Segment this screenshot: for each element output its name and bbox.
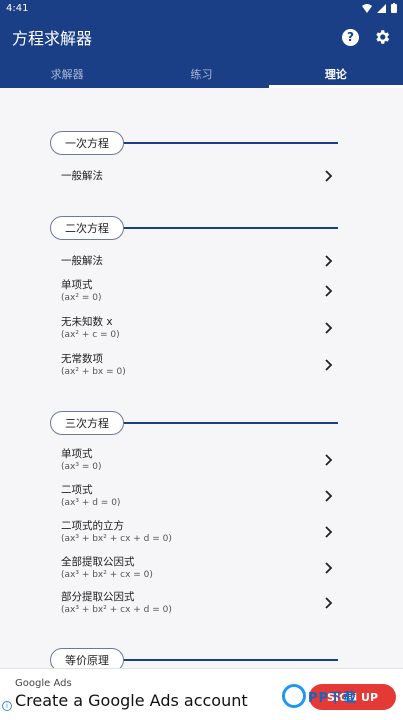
section-divider — [110, 142, 338, 144]
watermark: PP下载 — [282, 684, 357, 708]
ad-headline[interactable]: Create a Google Ads account — [15, 691, 248, 710]
list-item[interactable]: 全部提取公因式 (ax³ + bx² + cx = 0) — [61, 554, 333, 582]
item-formula: (ax² + c = 0) — [61, 330, 120, 340]
tab-solver[interactable]: 求解器 — [0, 58, 134, 88]
list-item[interactable]: 无未知数 x (ax² + c = 0) — [61, 314, 333, 342]
list-item[interactable]: 二项式 (ax³ + d = 0) — [61, 482, 333, 510]
status-icons — [362, 3, 397, 13]
section-divider — [110, 227, 338, 229]
ad-info-icon[interactable]: i — [2, 701, 12, 711]
signal-icon — [377, 3, 386, 13]
item-formula: (ax² + bx = 0) — [61, 367, 126, 377]
chevron-right-icon — [325, 562, 333, 574]
chevron-right-icon — [325, 255, 333, 267]
item-title: 一般解法 — [61, 255, 103, 267]
list-item[interactable]: 一般解法 — [61, 253, 333, 269]
chevron-right-icon — [325, 454, 333, 466]
item-formula: (ax² = 0) — [61, 293, 102, 303]
list-item[interactable]: 二项式的立方 (ax³ + bx² + cx + d = 0) — [61, 518, 333, 546]
section-header: 等价原理 — [50, 648, 338, 668]
item-title: 全部提取公因式 — [61, 556, 135, 568]
item-title: 一般解法 — [61, 170, 103, 182]
section-equivalence: 等价原理 — [50, 648, 338, 668]
item-title: 单项式 — [61, 279, 93, 291]
status-bar: 4:41 — [0, 0, 403, 16]
list-item[interactable]: 一般解法 — [61, 168, 333, 184]
chevron-right-icon — [325, 170, 333, 182]
list-item[interactable]: 无常数项 (ax² + bx = 0) — [61, 351, 333, 379]
item-formula: (ax³ + bx² + cx = 0) — [61, 570, 153, 580]
item-formula: (ax³ + bx² + cx + d = 0) — [61, 534, 172, 544]
item-title: 部分提取公因式 — [61, 591, 135, 603]
tab-bar: 求解器 练习 理论 — [0, 58, 403, 88]
tab-practice[interactable]: 练习 — [134, 58, 268, 88]
chevron-right-icon — [325, 359, 333, 371]
section-header: 一次方程 — [50, 131, 338, 155]
section-divider — [110, 422, 338, 424]
chevron-right-icon — [325, 285, 333, 297]
item-title: 无未知数 x — [61, 316, 113, 328]
chevron-right-icon — [325, 597, 333, 609]
item-formula: (ax³ + d = 0) — [61, 498, 121, 508]
watermark-text: PP下载 — [308, 690, 358, 706]
section-divider — [110, 659, 338, 661]
section-title: 二次方程 — [50, 216, 124, 240]
list-item[interactable]: 单项式 (ax³ = 0) — [61, 446, 333, 474]
tab-theory[interactable]: 理论 — [268, 58, 403, 88]
wifi-icon — [362, 3, 372, 13]
app-actions: ? — [342, 28, 391, 46]
app-title: 方程求解器 — [12, 29, 93, 48]
chevron-right-icon — [325, 322, 333, 334]
item-title: 无常数项 — [61, 353, 103, 365]
section-title: 等价原理 — [50, 648, 124, 668]
section-title: 三次方程 — [50, 411, 124, 435]
list-item[interactable]: 单项式 (ax² = 0) — [61, 277, 333, 305]
app-bar: 方程求解器 ? — [0, 16, 403, 58]
status-time: 4:41 — [6, 2, 29, 14]
item-title: 单项式 — [61, 448, 93, 460]
section-header: 三次方程 — [50, 411, 338, 435]
help-icon[interactable]: ? — [342, 28, 359, 46]
chevron-right-icon — [325, 526, 333, 538]
item-formula: (ax³ = 0) — [61, 462, 102, 472]
section-linear: 一次方程 — [50, 131, 338, 155]
section-title: 一次方程 — [50, 131, 124, 155]
item-title: 二项式的立方 — [61, 520, 124, 532]
theory-content[interactable]: 一次方程 一般解法 二次方程 一般解法 单项式 (ax² = 0) 无未知数 x… — [0, 88, 403, 668]
ad-label: Google Ads — [15, 678, 72, 689]
section-quadratic: 二次方程 — [50, 216, 338, 240]
battery-icon — [391, 3, 397, 13]
gear-icon[interactable] — [373, 28, 391, 46]
item-formula: (ax³ + bx² + cx + d = 0) — [61, 605, 172, 615]
item-title: 二项式 — [61, 484, 93, 496]
chevron-right-icon — [325, 490, 333, 502]
list-item[interactable]: 部分提取公因式 (ax³ + bx² + cx + d = 0) — [61, 589, 333, 617]
watermark-logo-icon — [282, 684, 306, 708]
section-cubic: 三次方程 — [50, 411, 338, 435]
section-header: 二次方程 — [50, 216, 338, 240]
